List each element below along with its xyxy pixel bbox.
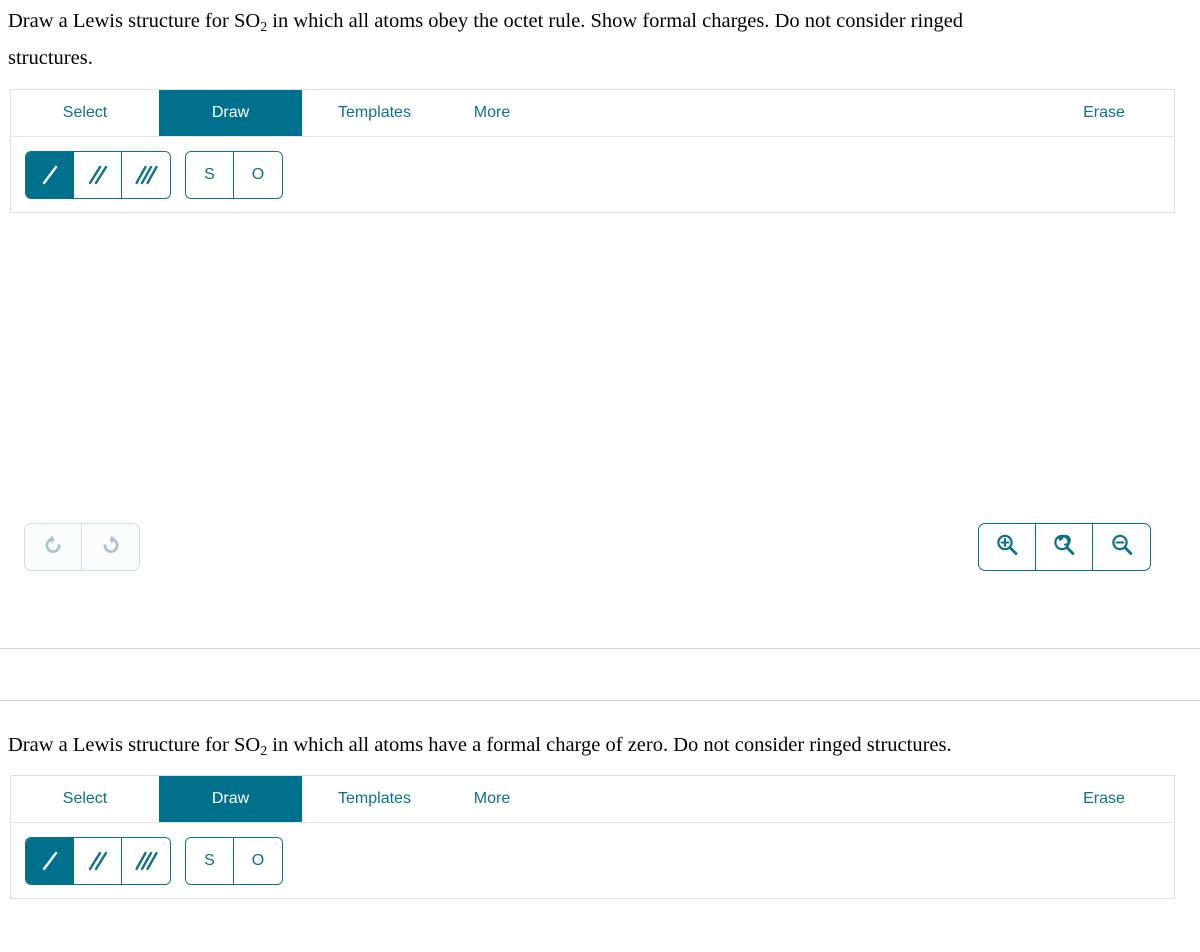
atom-tool-oxygen-label: O	[251, 166, 265, 183]
single-bond-tool[interactable]	[26, 838, 74, 884]
double-bond-icon	[85, 848, 111, 874]
question-2-formula-base: SO	[233, 734, 261, 756]
history-button-group	[24, 523, 140, 571]
question-2-formula: SO2	[233, 734, 267, 759]
editor-2-tabbar: Select Draw Templates More Erase	[11, 776, 1174, 823]
erase-button-label: Erase	[1083, 104, 1125, 121]
question-1-text: Draw a Lewis structure for SO2 in which …	[0, 6, 1080, 74]
zoom-button-group	[978, 523, 1151, 571]
zoom-in-icon	[993, 531, 1021, 564]
tab-more-label: More	[473, 790, 511, 807]
double-bond-tool[interactable]	[74, 152, 122, 198]
zoom-reset-button[interactable]	[1036, 524, 1093, 570]
redo-icon	[98, 532, 124, 563]
question-2-text-before: Draw a Lewis structure for	[8, 734, 234, 756]
tab-select-label: Select	[62, 790, 108, 807]
tab-draw-label: Draw	[211, 790, 250, 807]
erase-button[interactable]: Erase	[1034, 776, 1174, 822]
tab-templates-label: Templates	[338, 104, 411, 121]
undo-button[interactable]	[25, 524, 82, 570]
zoom-reset-icon	[1050, 531, 1078, 564]
tab-draw[interactable]: Draw	[159, 90, 302, 136]
tab-more-label: More	[473, 104, 511, 121]
question-2-text: Draw a Lewis structure for SO2 in which …	[0, 730, 1160, 767]
molecule-editor-2: Select Draw Templates More Erase S O	[10, 775, 1175, 899]
triple-bond-tool[interactable]	[122, 838, 170, 884]
editor-1-tabbar: Select Draw Templates More Erase	[11, 90, 1174, 137]
atom-tool-sulfur-label: S	[204, 852, 215, 869]
atom-tool-sulfur-label: S	[204, 166, 215, 183]
zoom-in-button[interactable]	[979, 524, 1036, 570]
question-2-text-after: in which all atoms have a formal charge …	[267, 734, 952, 756]
tab-draw-label: Draw	[211, 104, 250, 121]
single-bond-tool[interactable]	[26, 152, 74, 198]
single-bond-icon	[37, 162, 63, 188]
bond-tool-group	[25, 151, 171, 199]
redo-button[interactable]	[82, 524, 139, 570]
double-bond-tool[interactable]	[74, 838, 122, 884]
molecule-editor-1: Select Draw Templates More Erase S O	[10, 89, 1175, 213]
atom-tool-group: S O	[185, 837, 283, 885]
tab-templates-label: Templates	[338, 790, 411, 807]
question-1-prompt: Draw a Lewis structure for SO2 in which …	[0, 6, 1080, 74]
single-bond-icon	[37, 848, 63, 874]
question-1-formula: SO2	[233, 10, 267, 35]
tab-draw[interactable]: Draw	[159, 776, 302, 822]
erase-button[interactable]: Erase	[1034, 90, 1174, 136]
bond-tool-group	[25, 837, 171, 885]
double-bond-icon	[85, 162, 111, 188]
tab-more[interactable]: More	[447, 776, 537, 822]
triple-bond-tool[interactable]	[122, 152, 170, 198]
undo-icon	[40, 532, 66, 563]
question-1-formula-base: SO	[233, 10, 261, 32]
atom-tool-oxygen-label: O	[251, 852, 265, 869]
tab-select-label: Select	[62, 104, 108, 121]
tab-templates[interactable]: Templates	[302, 776, 447, 822]
zoom-out-icon	[1108, 531, 1136, 564]
tab-select[interactable]: Select	[11, 776, 159, 822]
drawing-canvas-1[interactable]	[0, 215, 1200, 648]
question-2-prompt: Draw a Lewis structure for SO2 in which …	[0, 730, 1160, 767]
tab-select[interactable]: Select	[11, 90, 159, 136]
atom-tool-sulfur[interactable]: S	[186, 152, 234, 198]
triple-bond-icon	[133, 848, 159, 874]
section-divider-bottom	[0, 700, 1200, 701]
editor-2-toolrow: S O	[11, 823, 1174, 899]
atom-tool-oxygen[interactable]: O	[234, 152, 282, 198]
erase-button-label: Erase	[1083, 790, 1125, 807]
section-divider-top	[0, 648, 1200, 649]
tab-more[interactable]: More	[447, 90, 537, 136]
editor-1-toolrow: S O	[11, 137, 1174, 213]
tab-templates[interactable]: Templates	[302, 90, 447, 136]
atom-tool-group: S O	[185, 151, 283, 199]
question-1-text-before: Draw a Lewis structure for	[8, 10, 234, 32]
atom-tool-oxygen[interactable]: O	[234, 838, 282, 884]
drawing-canvas-2[interactable]	[0, 901, 1200, 952]
atom-tool-sulfur[interactable]: S	[186, 838, 234, 884]
zoom-out-button[interactable]	[1093, 524, 1150, 570]
triple-bond-icon	[133, 162, 159, 188]
